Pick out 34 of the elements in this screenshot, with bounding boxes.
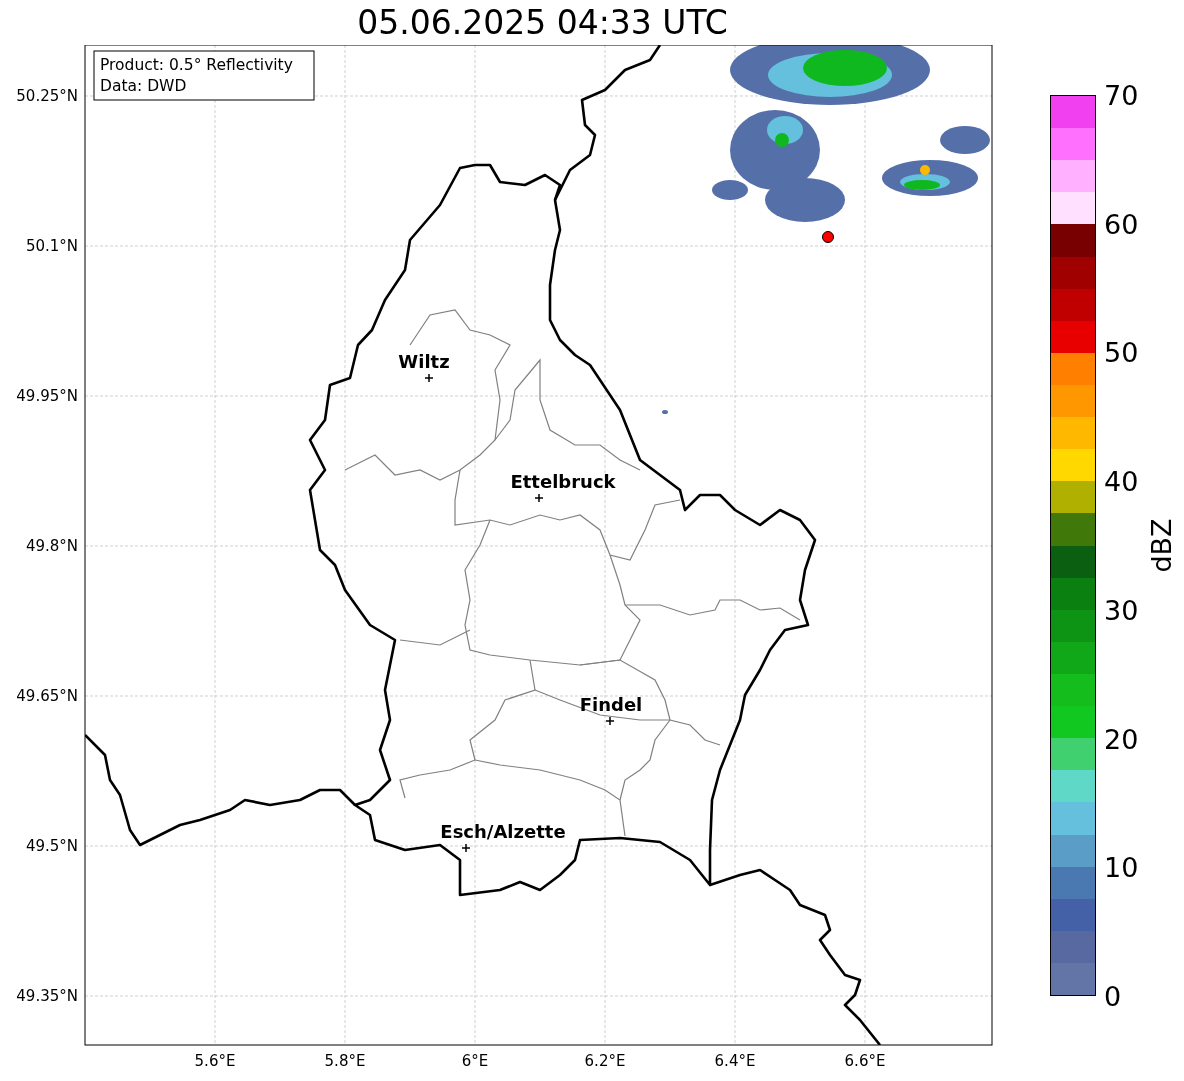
city-label: Ettelbruck — [510, 471, 616, 492]
city-label: Findel — [579, 694, 643, 715]
colorbar-tick-label: 60 — [1104, 210, 1139, 238]
legend-text: Product: 0.5° Reflectivity — [100, 56, 293, 74]
axis-tick-label: 6.4°E — [714, 1052, 756, 1070]
plot-title: 05.06.2025 04:33 UTC — [357, 6, 728, 39]
axis-tick-label: 50.25°N — [16, 87, 78, 105]
colorbar-tick-label: 20 — [1104, 725, 1139, 753]
axis-tick-label: 5.8°E — [324, 1052, 366, 1070]
city-label: Esch/Alzette — [440, 821, 566, 842]
city-marker-icon — [424, 373, 434, 383]
axis-tick-label: 5.6°E — [194, 1052, 236, 1070]
colorbar-tick-label: 40 — [1104, 467, 1139, 495]
axis-tick-label: 49.65°N — [16, 687, 78, 705]
colorbar-label: dBZ — [1147, 518, 1175, 573]
colorbar-tick-label: 30 — [1104, 596, 1139, 624]
city-marker-icon — [461, 843, 471, 853]
colorbar-tick-label: 50 — [1104, 338, 1139, 366]
colorbar-tick-label: 0 — [1104, 982, 1122, 1010]
colorbar-tick-label: 10 — [1104, 853, 1139, 881]
legend-text: Data: DWD — [100, 77, 187, 95]
city-marker-icon — [534, 493, 544, 503]
city-marker-icon — [605, 716, 615, 726]
city-label: Wiltz — [398, 351, 450, 372]
axis-tick-label: 49.8°N — [25, 537, 78, 555]
axis-tick-label: 6.6°E — [844, 1052, 886, 1070]
axis-tick-label: 49.5°N — [25, 837, 78, 855]
colorbar-tick-label: 70 — [1104, 81, 1139, 109]
axis-tick-label: 50.1°N — [25, 237, 78, 255]
axis-tick-label: 6.2°E — [584, 1052, 626, 1070]
axis-tick-label: 49.95°N — [16, 387, 78, 405]
radar-site-marker — [822, 231, 834, 243]
axis-tick-label: 6°E — [461, 1052, 489, 1070]
axis-tick-label: 49.35°N — [16, 987, 78, 1005]
